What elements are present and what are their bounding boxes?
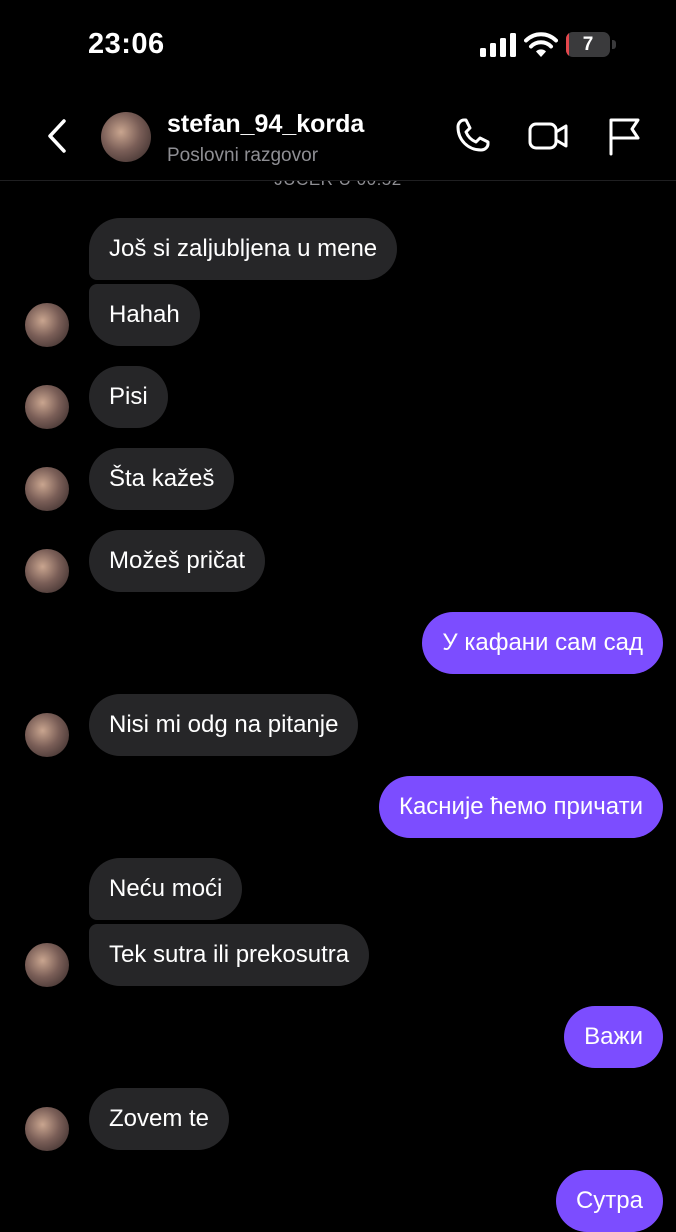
- contact-avatar[interactable]: [101, 112, 151, 162]
- battery-indicator: 7: [566, 32, 616, 57]
- chat-header: stefan_94_korda Poslovni razgovor: [0, 90, 676, 181]
- incoming-message[interactable]: Tek sutra ili prekosutra: [89, 924, 370, 986]
- outgoing-message[interactable]: У кафани сам сад: [422, 612, 663, 674]
- incoming-message[interactable]: Možeš pričat: [89, 530, 266, 592]
- incoming-message[interactable]: Hahah: [89, 284, 200, 346]
- phone-icon[interactable]: [452, 116, 492, 156]
- sender-avatar[interactable]: [25, 303, 69, 347]
- chevron-left-icon[interactable]: [40, 116, 74, 156]
- sender-avatar[interactable]: [25, 943, 69, 987]
- clock: 23:06: [88, 28, 165, 60]
- incoming-message[interactable]: Šta kažeš: [89, 448, 235, 510]
- outgoing-message[interactable]: Сутра: [555, 1170, 663, 1232]
- cellular-signal-icon: [480, 33, 516, 57]
- sender-avatar[interactable]: [25, 1107, 69, 1151]
- sender-avatar[interactable]: [25, 713, 69, 757]
- chat-subtitle: Poslovni razgovor: [167, 145, 319, 166]
- wifi-icon: [524, 32, 558, 57]
- incoming-message[interactable]: Još si zaljubljena u mene: [89, 218, 398, 280]
- incoming-message[interactable]: Nisi mi odg na pitanje: [89, 694, 359, 756]
- incoming-message[interactable]: Neću moći: [89, 858, 243, 920]
- incoming-message[interactable]: Zovem te: [89, 1088, 230, 1150]
- outgoing-message[interactable]: Важи: [564, 1006, 663, 1068]
- video-icon[interactable]: [528, 116, 568, 156]
- flag-icon[interactable]: [604, 116, 644, 156]
- incoming-message[interactable]: Pisi: [89, 366, 168, 428]
- battery-level: 7: [582, 34, 594, 55]
- contact-name[interactable]: stefan_94_korda: [167, 110, 364, 139]
- sender-avatar[interactable]: [25, 385, 69, 429]
- sender-avatar[interactable]: [25, 549, 69, 593]
- outgoing-message[interactable]: Касније ћемо причати: [378, 776, 663, 838]
- status-bar: 23:06 7: [0, 0, 676, 90]
- sender-avatar[interactable]: [25, 467, 69, 511]
